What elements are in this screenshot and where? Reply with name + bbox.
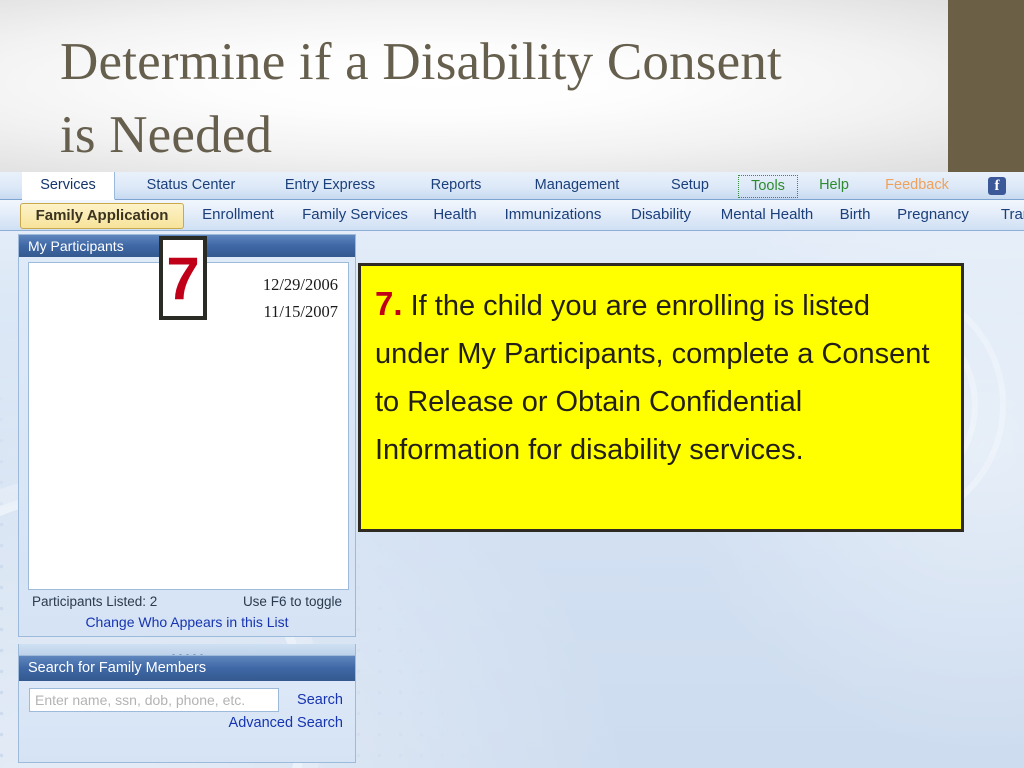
search-button[interactable]: Search [297,692,343,708]
subnav-health[interactable]: Health [422,203,488,227]
subnav-mental-health[interactable]: Mental Health [706,203,828,227]
search-panel-header: Search for Family Members [19,656,355,681]
nav-tab-entry-express[interactable]: Entry Express [268,172,392,199]
subnav-transfer[interactable]: Tran [986,203,1024,227]
subnav-birth[interactable]: Birth [830,203,880,227]
subnav-family-application[interactable]: Family Application [20,203,184,229]
search-row: Search [19,681,355,715]
title-accent-bar [948,0,1024,172]
search-input[interactable] [29,688,279,712]
slide-title-band: Determine if a Disability Consent is Nee… [0,0,1024,172]
participant-dates: 12/29/2006 11/15/2007 [263,271,338,325]
nav-tab-reports[interactable]: Reports [408,172,504,199]
participants-count-label: Participants Listed: 2 [32,594,158,609]
subnav-immunizations[interactable]: Immunizations [490,203,616,227]
slide-canvas: Determine if a Disability Consent is Nee… [0,0,1024,768]
subnav-family-services[interactable]: Family Services [290,203,420,227]
callout-step-number: 7. [375,285,403,322]
primary-navigation-bar: Services Status Center Entry Express Rep… [0,172,1024,200]
callout-body-text: If the child you are enrolling is listed… [375,290,930,466]
nav-tab-status-center[interactable]: Status Center [126,172,256,199]
secondary-navigation-bar: Family Application Enrollment Family Ser… [0,200,1024,231]
step-number-badge: 7 [159,236,207,320]
nav-tab-help[interactable]: Help [810,172,858,199]
list-item[interactable]: 12/29/2006 [263,271,338,298]
instruction-callout: 7. If the child you are enrolling is lis… [358,263,964,532]
subnav-pregnancy[interactable]: Pregnancy [882,203,984,227]
subnav-enrollment[interactable]: Enrollment [188,203,288,227]
page-title: Determine if a Disability Consent is Nee… [60,33,782,164]
nav-tab-feedback[interactable]: Feedback [872,172,962,199]
advanced-search-link[interactable]: Advanced Search [19,715,355,731]
f6-toggle-hint: Use F6 to toggle [242,594,342,609]
subnav-disability[interactable]: Disability [618,203,704,227]
panel-splitter-handle[interactable] [18,644,356,657]
nav-tab-tools[interactable]: Tools [738,175,798,198]
nav-tab-management[interactable]: Management [516,172,638,199]
search-family-members-panel: Search for Family Members Search Advance… [18,655,356,763]
change-who-appears-link[interactable]: Change Who Appears in this List [19,614,355,636]
nav-tab-services[interactable]: Services [22,172,115,200]
participants-footer: Participants Listed: 2 Use F6 to toggle [19,590,355,614]
facebook-icon[interactable]: f [988,177,1006,195]
list-item[interactable]: 11/15/2007 [263,298,338,325]
nav-tab-setup[interactable]: Setup [652,172,728,199]
